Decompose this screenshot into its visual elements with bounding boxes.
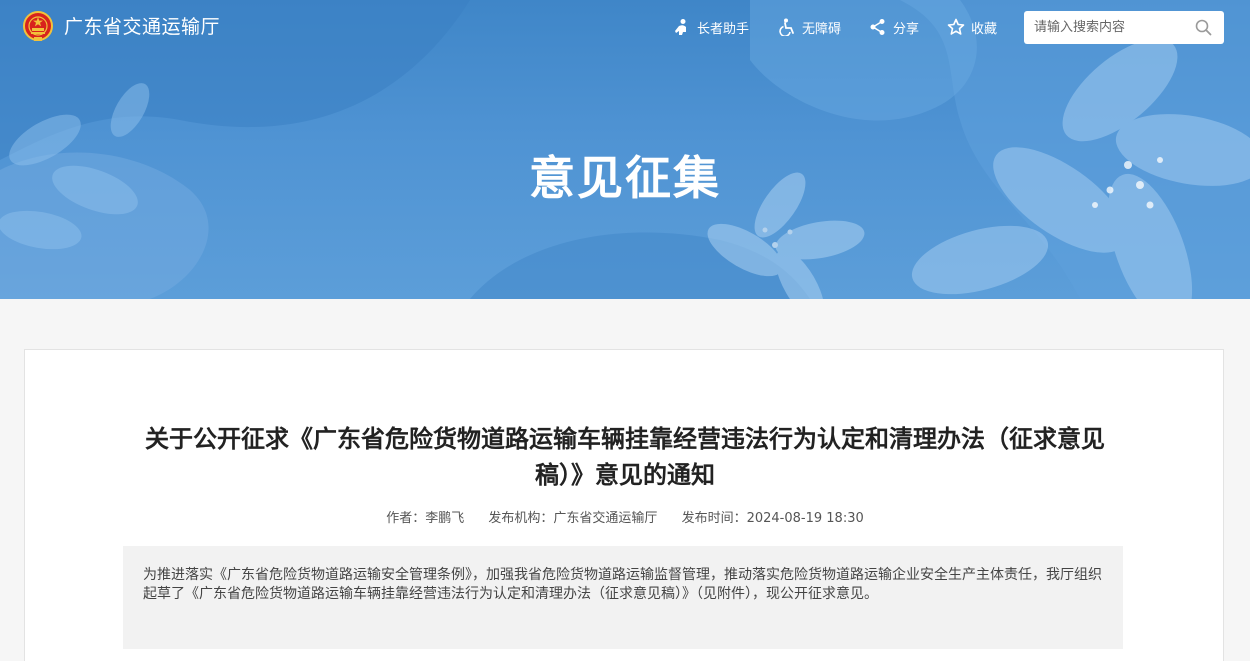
article-abstract: 为推进落实《广东省危险货物道路运输安全管理条例》，加强我省危险货物道路运输监督管… — [123, 546, 1123, 649]
article-title: 关于公开征求《广东省危险货物道路运输车辆挂靠经营违法行为认定和清理办法（征求意见… — [145, 425, 1105, 489]
banner-title: 意见征集 — [529, 151, 721, 205]
star-icon — [947, 18, 965, 35]
publisher-value: 广东省交通运输厅 — [553, 511, 658, 526]
wheelchair-icon — [779, 18, 794, 36]
author-value: 李鹏飞 — [425, 511, 465, 526]
share-button[interactable]: 分享 — [869, 16, 919, 38]
author-meta: 作者：李鹏飞 — [386, 511, 464, 526]
share-label: 分享 — [893, 21, 920, 37]
favorite-button[interactable]: 收藏 — [947, 16, 997, 38]
article-meta: 作者：李鹏飞 发布机构：广东省交通运输厅 发布时间：2024-08-19 18:… — [25, 507, 1225, 526]
top-bar: 广东省交通运输厅 长者助手 无障碍 分享 收藏 请输入搜索内容 — [0, 0, 1250, 55]
time-meta: 发布时间：2024-08-19 18:30 — [682, 511, 864, 526]
article-card: 关于公开征求《广东省危险货物道路运输车辆挂靠经营违法行为认定和清理办法（征求意见… — [24, 349, 1224, 661]
time-label: 发布时间： — [681, 511, 747, 526]
banner: 广东省交通运输厅 长者助手 无障碍 分享 收藏 请输入搜索内容 意见征集 — [0, 0, 1250, 299]
elder-helper-icon — [675, 19, 686, 35]
share-icon — [870, 19, 885, 35]
publisher-label: 发布机构： — [488, 511, 554, 526]
search-icon[interactable] — [1195, 19, 1212, 36]
elder-helper-label: 长者助手 — [697, 21, 750, 37]
search-box — [1024, 11, 1224, 44]
accessibility-button[interactable]: 无障碍 — [778, 16, 841, 38]
national-emblem-icon — [23, 11, 53, 41]
site-name[interactable]: 广东省交通运输厅 — [64, 15, 220, 39]
time-value: 2024-08-19 18:30 — [746, 511, 864, 526]
publisher-meta: 发布机构：广东省交通运输厅 — [488, 511, 657, 526]
accessibility-label: 无障碍 — [802, 21, 842, 37]
search-input[interactable] — [1034, 12, 1194, 43]
elder-helper-button[interactable]: 长者助手 — [673, 16, 749, 38]
favorite-label: 收藏 — [971, 21, 998, 37]
author-label: 作者： — [386, 511, 426, 526]
